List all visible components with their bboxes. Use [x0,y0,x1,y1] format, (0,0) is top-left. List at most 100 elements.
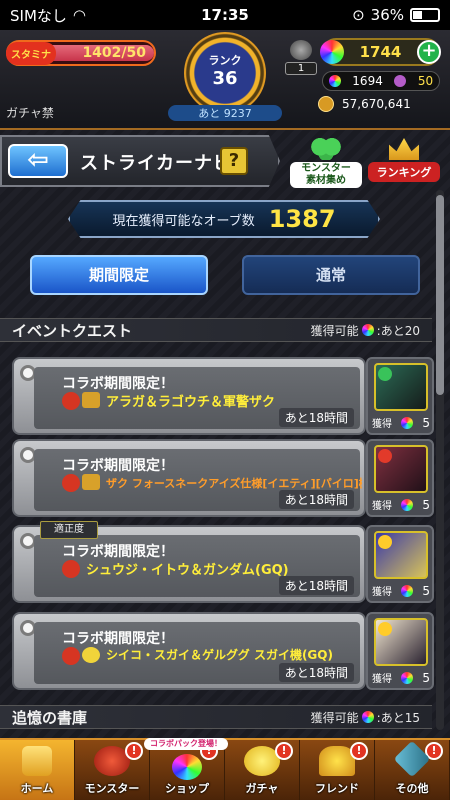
collab-pack-tag: コラボパック登場！ [144,738,228,750]
help-button[interactable]: ? [220,147,248,175]
orb-icon [361,324,374,336]
quest-inner: コラボ期間限定！ ザク フォースネークアイズ仕様[イエティ][パイロ]機 あと1… [34,449,362,511]
quest-inner: コラボ期間限定！ シュウジ・イトウ＆ガンダム(GQ) あと18時間 [34,535,360,597]
app-root: { "status_bar": {"carrier": "SIMなし", "ti… [0,0,450,800]
treasure-icon [82,474,100,490]
paid-orb-count: 1694 [352,74,383,88]
quest-label: コラボ期間限定！ [62,544,174,560]
section-title: 追憶の書庫 [12,708,88,727]
quest-label: コラボ期間限定！ [62,376,174,392]
other-orb-icon [394,75,407,87]
orb-icon [401,584,414,597]
orb-available-label: 現在獲得可能なオーブ数 [112,213,255,229]
nav-monster[interactable]: ! モンスター [75,740,150,800]
nav-label: その他 [395,782,429,795]
stamina-label: スタミナ [6,41,56,65]
back-button[interactable]: ⇦ [8,144,68,178]
nav-label: ショップ [165,782,209,795]
quest-thumbnail[interactable]: 獲得 5 [366,357,434,435]
arrow-left-icon: ⇦ [27,145,49,175]
stamina-value: 1402/50 [82,45,146,61]
tab-limited[interactable]: 期間限定 [30,255,208,295]
attribute-icon [378,622,392,636]
quest-thumbnail[interactable]: 獲得 5 [366,439,434,517]
scrollbar-thumb[interactable] [436,195,444,395]
quest-card[interactable]: コラボ期間限定！ シイコ・スガイ＆ゲルググ スガイ機(GQ) あと18時間 獲得… [12,612,434,692]
quest-card[interactable]: コラボ期間限定！ アラガ＆ラゴウチ＆軍警ザク あと18時間 獲得 5 [12,357,434,437]
paid-orb-icon [328,75,341,87]
quest-name: シュウジ・イトウ＆ガンダム(GQ) [86,563,289,578]
quest-time: あと18時間 [278,490,354,509]
attribute-icon [378,449,392,463]
page-title: ストライカーナビ [80,153,232,174]
alert-badge: ! [350,742,368,760]
attribute-icon [378,535,392,549]
quest-inner: コラボ期間限定！ アラガ＆ラゴウチ＆軍警ザク あと18時間 [34,367,360,429]
other-orb-count: 50 [417,74,434,88]
quest-label: コラボ期間限定！ [62,631,174,647]
ranking-shortcut-button[interactable]: ランキング [368,138,440,186]
stamina-bar[interactable]: スタミナ 1402/50 [6,40,156,66]
rank-value: 36 [212,68,238,89]
quest-reward: 獲得 5 [372,670,430,686]
section-event-quest: イベントクエスト 獲得可能 :あと20 [0,318,432,342]
nav-label: ホーム [20,782,54,795]
section-title: イベントクエスト [12,321,133,340]
helmet-icon [290,40,312,60]
clover-icon [311,138,341,160]
ranking-shortcut-label: ランキング [368,162,440,182]
quest-panel[interactable]: コラボ期間限定！ ザク フォースネークアイズ仕様[イエティ][パイロ]機 あと1… [12,439,366,517]
devil-icon [62,647,80,665]
shop-orb-icon [172,754,202,780]
gold-value: 57,670,641 [342,97,411,111]
devil-icon [62,392,80,410]
orb-icon [320,40,344,64]
material-shortcut-button[interactable]: モンスター 素材集め [290,138,362,188]
quest-card[interactable]: コラボ期間限定！ ザク フォースネークアイズ仕様[イエティ][パイロ]機 あと1… [12,439,434,519]
quest-name: シイコ・スガイ＆ゲルググ スガイ機(GQ) [106,648,333,662]
section-available: 獲得可能 :あと15 [310,710,420,725]
nav-other[interactable]: ! その他 [375,740,450,800]
quest-thumbnail[interactable]: 獲得 5 [366,612,434,690]
status-bar: SIMなし ◠ 17:35 ⊙ 36% [0,0,450,30]
nav-home[interactable]: ホーム [0,740,75,800]
attribute-icon [378,367,392,381]
quest-inner: コラボ期間限定！ シイコ・スガイ＆ゲルググ スガイ機(GQ) あと18時間 [34,622,360,684]
suitability-badge: 適正度 [40,521,98,539]
rank-badge[interactable]: ランク 36 [184,32,266,114]
monster-portrait [374,531,428,579]
quest-time: あと18時間 [278,408,354,427]
monster-portrait [374,445,428,493]
nav-label: フレンド [315,782,359,795]
quest-reward: 獲得 5 [372,415,430,431]
alert-badge: ! [275,742,293,760]
quest-panel[interactable]: コラボ期間限定！ アラガ＆ラゴウチ＆軍警ザク あと18時間 [12,357,366,435]
quest-reward: 獲得 5 [372,583,430,599]
battery-icon [410,8,440,22]
orb-icon [401,498,414,511]
other-icon [393,740,431,778]
quest-time: あと18時間 [278,663,354,682]
friend-counter[interactable]: 1 [285,40,317,80]
material-shortcut-label: モンスター 素材集め [290,162,362,188]
orb-icon [401,416,414,429]
crown-icon [389,138,419,160]
gacha-ban-label: ガチャ禁 [6,106,54,120]
orb-count: 1744 [359,43,402,61]
title-bar: ⇦ ストライカーナビ ? [0,135,280,187]
monster-portrait [374,618,428,666]
tab-normal[interactable]: 通常 [242,255,420,295]
nav-gacha[interactable]: ! ガチャ [225,740,300,800]
nav-friend[interactable]: ! フレンド [300,740,375,800]
alert-badge: ! [125,742,143,760]
quest-label: コラボ期間限定！ [62,458,174,474]
nav-shop[interactable]: コラボパック登場！ ! ショップ [144,738,228,800]
quest-thumbnail[interactable]: 獲得 5 [366,525,434,603]
orb-counter[interactable]: 1744 + [320,38,441,66]
rank-label: ランク [208,54,242,67]
orb-available-panel: 現在獲得可能なオーブ数 1387 [68,200,380,238]
exp-remaining: あと 9237 [168,105,282,121]
quest-panel[interactable]: コラボ期間限定！ シイコ・スガイ＆ゲルググ スガイ機(GQ) あと18時間 [12,612,366,690]
quest-name: ザク フォースネークアイズ仕様[イエティ][パイロ]機 [106,477,362,490]
buy-orbs-button[interactable]: + [417,40,441,64]
